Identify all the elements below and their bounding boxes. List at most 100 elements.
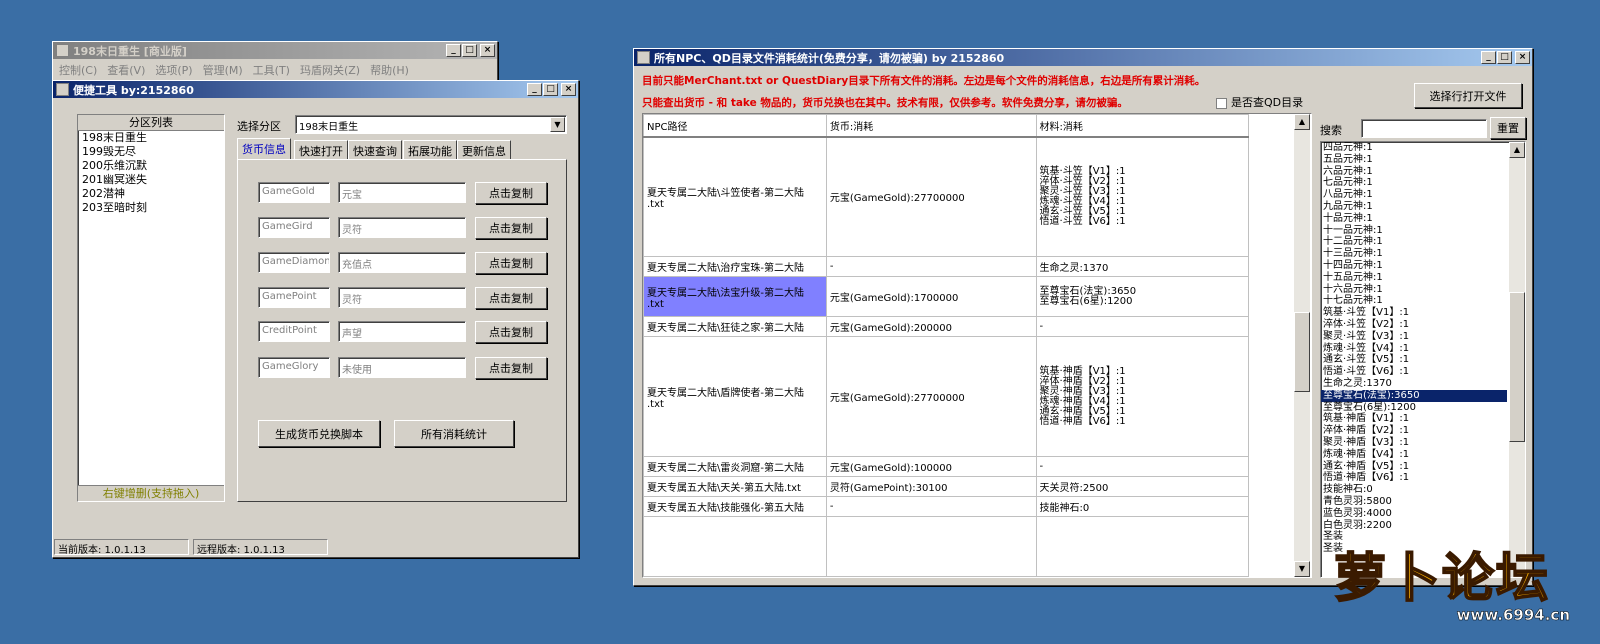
list-item[interactable]: 通玄·神盾【V5】:1 xyxy=(1321,461,1507,473)
currency-code-field[interactable]: CreditPoint xyxy=(258,321,330,342)
table-row[interactable]: 夏天专属二大陆\盾牌使者-第二大陆 .txt 元宝(GameGold):27700… xyxy=(643,336,1250,457)
list-item-selected[interactable]: 至尊宝石(法宝):3650 xyxy=(1321,389,1507,402)
menu-manage[interactable]: 管理(M) xyxy=(203,62,243,78)
list-item[interactable]: 八品元神:1 xyxy=(1321,189,1507,201)
currency-name-field[interactable]: 声望 xyxy=(338,321,466,342)
stats-title-bar[interactable]: 所有NPC、QD目录文件消耗统计(免费分享，请勿被骗) by 2152860 _… xyxy=(634,49,1532,66)
qd-checkbox-row[interactable]: 是否查QD目录 xyxy=(1216,94,1303,110)
currency-code-field[interactable]: GameGlory xyxy=(258,357,330,378)
close-button[interactable]: × xyxy=(1515,51,1530,64)
all-stats-button[interactable]: 所有消耗统计 xyxy=(394,420,514,447)
currency-name-field[interactable]: 灵符 xyxy=(338,217,466,238)
scroll-up-arrow[interactable]: ▲ xyxy=(1294,114,1310,130)
minimize-button[interactable]: _ xyxy=(527,83,542,96)
currency-code-field[interactable]: GameGird xyxy=(258,217,330,238)
list-item[interactable]: 十品元神:1 xyxy=(1321,213,1507,225)
table-row[interactable]: 夏天专属二大陆\法宝升级-第二大陆 .txt 元宝(GameGold):17000… xyxy=(643,276,1250,317)
list-item[interactable]: 筑基·神盾【V1】:1 xyxy=(1321,413,1507,425)
table-row[interactable]: 夏天专属二大陆\斗笠使者-第二大陆 .txt 元宝(GameGold):27700… xyxy=(643,136,1250,257)
currency-code-field[interactable]: GamePoint xyxy=(258,287,330,308)
list-item[interactable]: 炼魂·神盾【V4】:1 xyxy=(1321,449,1507,461)
copy-button[interactable]: 点击复制 xyxy=(475,287,547,309)
currency-name-field[interactable]: 未使用 xyxy=(338,357,466,378)
list-item[interactable]: 炼魂·斗笠【V4】:1 xyxy=(1321,343,1507,355)
maximize-button[interactable]: □ xyxy=(1497,51,1512,64)
tab-quick-open[interactable]: 快速打开 xyxy=(294,140,348,159)
table-row[interactable]: 夏天专属五大陆\技能强化-第五大陆 - 技能神石:0 xyxy=(643,496,1250,517)
scroll-thumb[interactable] xyxy=(1509,292,1525,442)
list-item[interactable]: 聚灵·神盾【V3】:1 xyxy=(1321,437,1507,449)
list-item[interactable]: 九品元神:1 xyxy=(1321,201,1507,213)
reset-button[interactable]: 重置 xyxy=(1490,117,1526,139)
table-scrollbar[interactable]: ▲ ▼ xyxy=(1294,114,1310,577)
main-title-bar[interactable]: 198末日重生 [商业版] _ □ × xyxy=(53,42,497,59)
list-item[interactable]: 七品元神:1 xyxy=(1321,177,1507,189)
list-item[interactable]: 202潜神 xyxy=(78,187,224,201)
partition-select[interactable]: 198末日重生 ▼ xyxy=(295,115,567,134)
copy-button[interactable]: 点击复制 xyxy=(475,357,547,379)
list-item[interactable]: 技能神石:0 xyxy=(1321,484,1507,496)
list-item[interactable]: 六品元神:1 xyxy=(1321,166,1507,178)
list-item[interactable]: 十四品元神:1 xyxy=(1321,260,1507,272)
currency-name-field[interactable]: 元宝 xyxy=(338,182,466,203)
list-item[interactable]: 201幽冥迷失 xyxy=(78,173,224,187)
scroll-up-arrow[interactable]: ▲ xyxy=(1509,142,1525,158)
list-item[interactable]: 聚灵·斗笠【V3】:1 xyxy=(1321,331,1507,343)
list-item[interactable]: 198末日重生 xyxy=(78,131,224,145)
list-item[interactable]: 青色灵羽:5800 xyxy=(1321,496,1507,508)
table-row[interactable]: 夏天专属二大陆\狂徒之家-第二大陆 元宝(GameGold):200000 - xyxy=(643,316,1250,337)
minimize-button[interactable]: _ xyxy=(446,44,461,57)
tab-currency-info[interactable]: 货币信息 xyxy=(237,138,291,159)
totals-scrollbar[interactable]: ▲ xyxy=(1509,142,1525,577)
maximize-button[interactable]: □ xyxy=(543,83,558,96)
list-item[interactable]: 至尊宝石(6星):1200 xyxy=(1321,402,1507,414)
col-header-path[interactable]: NPC路径 xyxy=(643,114,827,138)
table-row[interactable]: 夏天专属二大陆\治疗宝珠-第二大陆 - 生命之灵:1370 xyxy=(643,256,1250,277)
list-item[interactable]: 199毁无尽 xyxy=(78,145,224,159)
open-file-button[interactable]: 选择行打开文件 xyxy=(1414,83,1522,108)
copy-button[interactable]: 点击复制 xyxy=(475,252,547,274)
search-input[interactable] xyxy=(1361,119,1487,138)
list-item[interactable]: 五品元神:1 xyxy=(1321,154,1507,166)
list-item[interactable]: 生命之灵:1370 xyxy=(1321,378,1507,390)
list-item[interactable]: 十三品元神:1 xyxy=(1321,248,1507,260)
list-item[interactable]: 203至暗时刻 xyxy=(78,201,224,215)
tab-update-info[interactable]: 更新信息 xyxy=(457,140,511,159)
menu-tools[interactable]: 工具(T) xyxy=(253,62,290,78)
list-item[interactable]: 十五品元神:1 xyxy=(1321,272,1507,284)
minimize-button[interactable]: _ xyxy=(1481,51,1496,64)
menu-gateway[interactable]: 玛盾网关(Z) xyxy=(300,62,360,78)
qd-checkbox[interactable] xyxy=(1216,97,1227,109)
menu-control[interactable]: 控制(C) xyxy=(59,62,97,78)
currency-code-field[interactable]: GameGold xyxy=(258,182,330,203)
copy-button[interactable]: 点击复制 xyxy=(475,217,547,239)
list-item[interactable]: 淬体·斗笠【V2】:1 xyxy=(1321,319,1507,331)
partition-list[interactable]: 分区列表 198末日重生 199毁无尽 200乐维沉默 201幽冥迷失 202潜… xyxy=(77,114,225,502)
list-item[interactable]: 淬体·神盾【V2】:1 xyxy=(1321,425,1507,437)
maximize-button[interactable]: □ xyxy=(462,44,477,57)
scroll-down-arrow[interactable]: ▼ xyxy=(1294,561,1310,577)
table-row[interactable]: 夏天专属二大陆\雷炎洞窟-第二大陆 元宝(GameGold):100000 - xyxy=(643,456,1250,477)
chevron-down-icon[interactable]: ▼ xyxy=(550,117,565,132)
list-item[interactable]: 悟道·斗笠【V6】:1 xyxy=(1321,366,1507,378)
list-item[interactable]: 200乐维沉默 xyxy=(78,159,224,173)
menu-options[interactable]: 选项(P) xyxy=(155,62,192,78)
list-item[interactable]: 十一品元神:1 xyxy=(1321,225,1507,237)
close-button[interactable]: × xyxy=(561,83,576,96)
currency-code-field[interactable]: GameDiamond xyxy=(258,252,330,273)
tool-title-bar[interactable]: 便捷工具 by:2152860 _ □ × xyxy=(53,81,578,98)
scroll-thumb[interactable] xyxy=(1294,312,1310,392)
list-item[interactable]: 白色灵羽:2200 xyxy=(1321,520,1507,532)
list-item[interactable]: 蓝色灵羽:4000 xyxy=(1321,508,1507,520)
list-item[interactable]: 四品元神:1 xyxy=(1321,142,1507,154)
copy-button[interactable]: 点击复制 xyxy=(475,321,547,343)
table-row[interactable]: 夏天专属五大陆\天关-第五大陆.txt 灵符(GamePoint):30100 … xyxy=(643,476,1250,497)
list-item[interactable]: 十六品元神:1 xyxy=(1321,284,1507,296)
copy-button[interactable]: 点击复制 xyxy=(475,182,547,204)
list-item[interactable]: 十七品元神:1 xyxy=(1321,295,1507,307)
close-button[interactable]: × xyxy=(480,44,495,57)
list-item[interactable]: 通玄·斗笠【V5】:1 xyxy=(1321,354,1507,366)
tab-quick-query[interactable]: 快速查询 xyxy=(348,140,402,159)
col-header-materials[interactable]: 材料:消耗 xyxy=(1035,114,1250,138)
list-item[interactable]: 筑基·斗笠【V1】:1 xyxy=(1321,307,1507,319)
